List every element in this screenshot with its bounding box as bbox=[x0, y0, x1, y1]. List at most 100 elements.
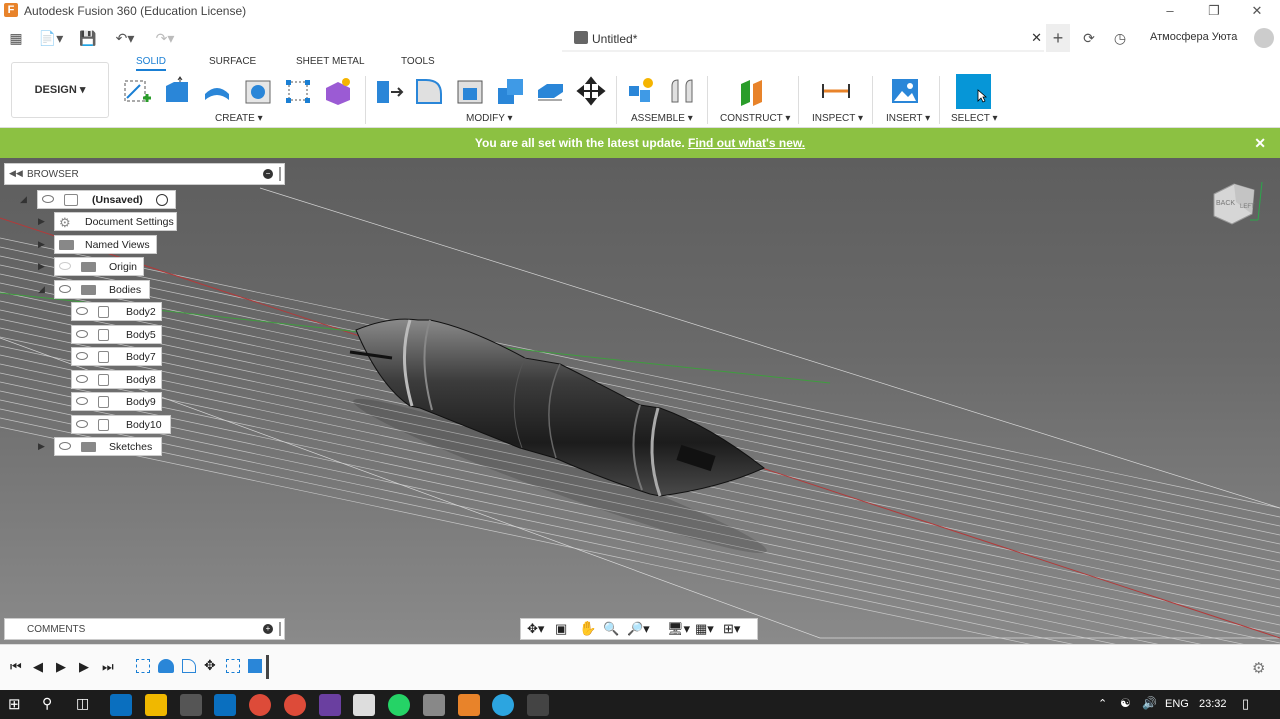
form-icon[interactable] bbox=[323, 76, 353, 106]
revolve-icon[interactable] bbox=[202, 76, 232, 106]
go-to-start-icon[interactable]: ⏮ bbox=[10, 659, 22, 675]
body-item[interactable]: Body2 bbox=[71, 302, 162, 321]
browser-root[interactable]: (Unsaved) bbox=[37, 190, 176, 209]
help-icon[interactable] bbox=[1254, 28, 1274, 48]
body-item[interactable]: Body10 bbox=[71, 415, 171, 434]
search-icon[interactable]: ⚲ bbox=[42, 695, 52, 712]
construct-group[interactable]: CONSTRUCT ▾ bbox=[720, 113, 790, 124]
combine-icon[interactable] bbox=[495, 76, 525, 106]
browser-item-origin[interactable]: Origin bbox=[54, 257, 144, 276]
go-to-end-icon[interactable]: ⏭ bbox=[102, 659, 114, 675]
shell-icon[interactable] bbox=[455, 76, 485, 106]
visibility-eye-icon[interactable] bbox=[59, 285, 71, 293]
tray-chevron-icon[interactable]: ⌃ bbox=[1098, 697, 1107, 710]
move-feature-icon[interactable]: ✥ bbox=[204, 657, 216, 674]
shield-icon[interactable] bbox=[353, 694, 375, 716]
timeline-marker[interactable] bbox=[266, 655, 269, 679]
insert-group[interactable]: INSERT ▾ bbox=[886, 113, 930, 124]
expand-icon[interactable]: ▶ bbox=[38, 239, 45, 250]
pan-hand-icon[interactable]: ✋ bbox=[579, 620, 596, 637]
hidden-eye-icon[interactable] bbox=[59, 262, 71, 270]
sketch-feature-icon[interactable] bbox=[226, 659, 240, 673]
file-explorer-icon[interactable] bbox=[145, 694, 167, 716]
chrome-icon[interactable] bbox=[249, 694, 271, 716]
look-at-icon[interactable]: ▣ bbox=[555, 621, 567, 637]
body-item[interactable]: Body9 bbox=[71, 392, 162, 411]
close-banner-icon[interactable]: ✕ bbox=[1254, 128, 1266, 158]
inspect-group[interactable]: INSPECT ▾ bbox=[812, 113, 863, 124]
minimize-browser-icon[interactable]: − bbox=[263, 169, 273, 179]
job-status-icon[interactable]: ◷ bbox=[1110, 28, 1130, 48]
telegram-icon[interactable] bbox=[492, 694, 514, 716]
volume-icon[interactable]: 🔊 bbox=[1142, 696, 1157, 710]
undo-icon[interactable]: ↶▾ bbox=[108, 28, 142, 48]
fillet-icon[interactable] bbox=[414, 76, 444, 106]
user-name[interactable]: Атмосфера Уюта bbox=[1150, 31, 1237, 43]
browser-item-document-settings[interactable]: ⚙ Document Settings bbox=[54, 212, 177, 231]
hole-icon[interactable] bbox=[243, 76, 273, 106]
extrude-icon[interactable] bbox=[162, 76, 192, 106]
offset-face-icon[interactable] bbox=[535, 76, 565, 106]
fillet-feature-icon[interactable] bbox=[182, 659, 196, 673]
visibility-eye-icon[interactable] bbox=[76, 352, 88, 360]
browser-item-bodies[interactable]: Bodies bbox=[54, 280, 150, 299]
measure-icon[interactable] bbox=[821, 76, 851, 106]
whatsapp-icon[interactable] bbox=[388, 694, 410, 716]
step-back-icon[interactable]: ◀ bbox=[33, 659, 43, 675]
fit-zoom-icon[interactable]: 🔎▾ bbox=[627, 621, 650, 637]
expand-icon[interactable]: ▶ bbox=[38, 216, 45, 227]
display-settings-icon[interactable]: 🖥▾ bbox=[667, 621, 690, 637]
visibility-eye-icon[interactable] bbox=[76, 330, 88, 338]
collapse-icon[interactable]: ◢ bbox=[38, 284, 45, 295]
tab-sheet-metal[interactable]: SHEET METAL bbox=[296, 56, 365, 67]
visibility-eye-icon[interactable] bbox=[76, 375, 88, 383]
visibility-eye-icon[interactable] bbox=[76, 307, 88, 315]
task-view-icon[interactable]: ◫ bbox=[76, 695, 89, 712]
select-tool-button[interactable] bbox=[956, 74, 991, 109]
close-window-button[interactable]: ✕ bbox=[1242, 2, 1272, 20]
collapse-browser-icon[interactable]: ◀◀ bbox=[9, 168, 23, 179]
timeline-features[interactable]: ✥ bbox=[136, 657, 266, 677]
create-sketch-icon[interactable] bbox=[122, 76, 152, 106]
modify-group[interactable]: MODIFY ▾ bbox=[466, 113, 513, 124]
expand-icon[interactable]: ▶ bbox=[38, 261, 45, 272]
select-group[interactable]: SELECT ▾ bbox=[951, 113, 998, 124]
pattern-icon[interactable] bbox=[283, 76, 313, 106]
body-item[interactable]: Body8 bbox=[71, 370, 162, 389]
app-icon[interactable] bbox=[527, 694, 549, 716]
edge-icon[interactable] bbox=[110, 694, 132, 716]
comments-pin-icon[interactable] bbox=[279, 622, 281, 636]
redo-icon[interactable]: ↷▾ bbox=[148, 28, 182, 48]
notifications-icon[interactable]: ▯ bbox=[1242, 696, 1249, 712]
save-icon[interactable]: 💾 bbox=[78, 28, 98, 48]
browser-pin-icon[interactable] bbox=[279, 167, 281, 181]
assemble-group[interactable]: ASSEMBLE ▾ bbox=[631, 113, 693, 124]
maximize-button[interactable]: ❐ bbox=[1199, 2, 1229, 20]
joint-icon[interactable] bbox=[667, 76, 697, 106]
timeline-settings-gear-icon[interactable]: ⚙ bbox=[1252, 659, 1265, 677]
visibility-eye-icon[interactable] bbox=[42, 195, 54, 203]
revolve-feature-icon[interactable] bbox=[158, 659, 174, 673]
extrude-feature-icon[interactable] bbox=[248, 659, 262, 673]
step-forward-icon[interactable]: ▶​ bbox=[79, 659, 89, 675]
visibility-eye-icon[interactable] bbox=[76, 397, 88, 405]
press-pull-icon[interactable] bbox=[374, 76, 404, 106]
fusion-taskbar-icon[interactable] bbox=[458, 694, 480, 716]
expand-icon[interactable]: ▶ bbox=[38, 441, 45, 452]
zoom-icon[interactable]: 🔍 bbox=[603, 621, 619, 637]
notes-icon[interactable] bbox=[423, 694, 445, 716]
extensions-icon[interactable]: ⟳ bbox=[1079, 28, 1099, 48]
activate-radio-icon[interactable] bbox=[156, 194, 168, 206]
language-indicator[interactable]: ENG bbox=[1165, 698, 1189, 710]
visibility-eye-icon[interactable] bbox=[76, 420, 88, 428]
minimize-button[interactable]: – bbox=[1155, 2, 1185, 20]
view-cube[interactable]: BACK LEFT bbox=[1206, 180, 1264, 228]
add-comment-icon[interactable]: + bbox=[263, 624, 273, 634]
browser-item-named-views[interactable]: Named Views bbox=[54, 235, 157, 254]
workspace-switcher[interactable]: DESIGN ▾ bbox=[11, 62, 109, 118]
document-tab[interactable]: Untitled* ✕ bbox=[562, 24, 1044, 52]
store-icon[interactable] bbox=[180, 694, 202, 716]
tab-solid[interactable]: SOLID bbox=[136, 56, 167, 71]
canvas-viewport[interactable]: BACK LEFT bbox=[0, 158, 1280, 644]
browser-item-sketches[interactable]: Sketches bbox=[54, 437, 162, 456]
